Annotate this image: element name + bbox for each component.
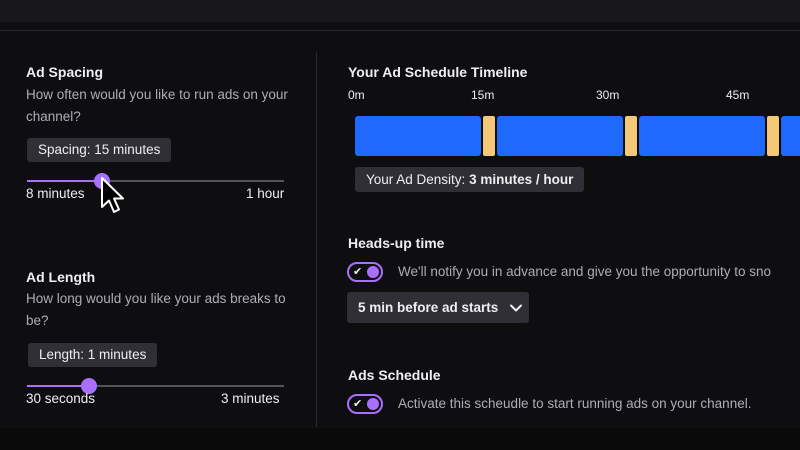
toggle-knob	[367, 266, 379, 278]
ad-break-block	[483, 116, 495, 156]
ad-density-label: Your Ad Density:	[366, 172, 470, 187]
ad-break-block	[625, 116, 637, 156]
timeline-tick-0: 0m	[348, 88, 365, 102]
content-segment	[355, 116, 481, 156]
mouse-pointer-icon	[101, 177, 124, 213]
ad-density-value: 3 minutes / hour	[469, 172, 574, 187]
timeline-title: Your Ad Schedule Timeline	[348, 64, 528, 80]
ad-length-max-label: 3 minutes	[221, 391, 280, 406]
ad-spacing-description: How often would you like to run ads on y…	[26, 87, 288, 124]
header-divider	[0, 30, 800, 31]
dropdown-value: 5 min before ad starts	[358, 300, 499, 315]
toggle-knob	[367, 398, 379, 410]
ad-spacing-min-label: 8 minutes	[26, 186, 85, 201]
ad-density-chip: Your Ad Density: 3 minutes / hour	[355, 167, 585, 192]
length-value-chip: Length: 1 minutes	[28, 343, 158, 367]
ad-break-block	[767, 116, 779, 156]
ads-schedule-description: Activate this scheudle to start running …	[398, 396, 752, 411]
content-segment	[639, 116, 765, 156]
check-icon: ✔	[353, 398, 363, 410]
timeline-tick-15: 15m	[471, 88, 495, 102]
ad-length-slider-fill	[27, 385, 89, 387]
check-icon: ✔	[353, 266, 363, 278]
bottom-strip	[0, 428, 800, 450]
ad-spacing-slider-fill	[27, 180, 102, 182]
spacing-value-chip: Spacing: 15 minutes	[27, 138, 172, 162]
column-divider	[316, 52, 317, 427]
heads-up-time-dropdown[interactable]: 5 min before ad starts	[347, 292, 529, 323]
top-bar	[0, 0, 800, 22]
heads-up-title: Heads-up time	[348, 235, 445, 251]
ad-length-min-label: 30 seconds	[26, 391, 96, 406]
heads-up-toggle[interactable]: ✔	[347, 262, 383, 282]
ad-length-title: Ad Length	[26, 269, 96, 285]
ads-schedule-toggle[interactable]: ✔	[347, 394, 383, 414]
ads-schedule-title: Ads Schedule	[348, 367, 441, 383]
content-segment	[781, 116, 800, 156]
timeline-tick-45: 45m	[726, 88, 750, 102]
heads-up-description: We'll notify you in advance and give you…	[398, 264, 772, 279]
content-segment	[497, 116, 623, 156]
ad-spacing-title: Ad Spacing	[26, 64, 104, 80]
timeline-tick-30: 30m	[596, 88, 620, 102]
ad-spacing-max-label: 1 hour	[246, 186, 285, 201]
chevron-down-icon	[510, 304, 522, 312]
ad-length-description: How long would you like your ads breaks …	[26, 291, 286, 328]
